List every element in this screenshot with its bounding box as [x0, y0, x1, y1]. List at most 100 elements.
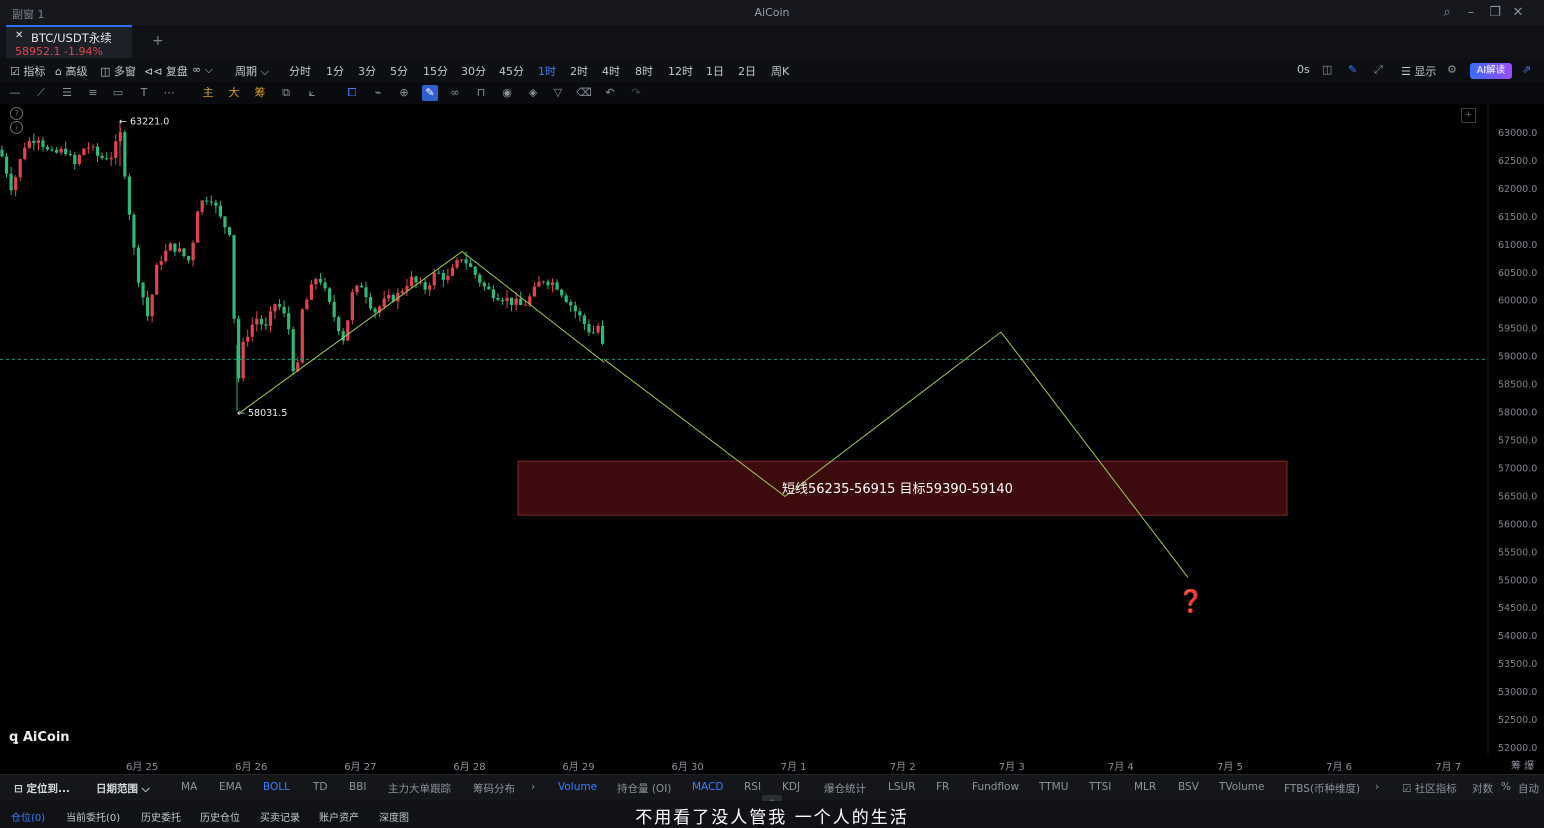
compare-icon[interactable]: ⧉ — [278, 85, 294, 101]
chart-expand-icon[interactable]: + — [1461, 108, 1476, 123]
gear-icon[interactable]: ⚙ — [1447, 63, 1457, 76]
parallel-channel-icon[interactable]: ☰ — [59, 85, 75, 101]
eye-icon[interactable]: ◉ — [499, 85, 515, 101]
indicator-button-19[interactable]: TTMU — [1039, 781, 1068, 793]
chart-collapse-icon[interactable]: › — [10, 121, 23, 134]
indicator-button-17[interactable]: FR — [936, 781, 949, 793]
indicator-button-10[interactable]: Volume — [558, 781, 597, 793]
period-button-3[interactable]: ⊲⊲ 复盘 — [144, 63, 188, 79]
period-button-10[interactable]: 15分 — [423, 63, 448, 79]
candle-body — [109, 157, 113, 160]
close-icon[interactable]: ✕ — [1509, 4, 1527, 22]
horizontal-line-icon[interactable]: — — [7, 85, 23, 101]
period-button-7[interactable]: 1分 — [326, 63, 344, 79]
candle-body — [337, 317, 341, 332]
indicator-button-5[interactable]: TD — [313, 781, 328, 793]
indicator-button-11[interactable]: 持仓量 (OI) — [617, 781, 671, 796]
indicator-button-1[interactable]: 日期范围 ⌵ — [96, 781, 150, 796]
symbol-tab[interactable]: ✕ BTC/USDT永续 58952.1 -1.94% — [6, 25, 132, 58]
search-icon[interactable]: ⌕ — [1438, 4, 1456, 22]
indicator-button-8[interactable]: 筹码分布 — [473, 781, 515, 796]
period-button-9[interactable]: 5分 — [390, 63, 408, 79]
redo-icon[interactable]: ↷ — [628, 85, 644, 101]
restore-icon[interactable]: ❐ — [1486, 4, 1504, 22]
indicator-button-13[interactable]: RSI — [744, 781, 761, 793]
indicator-button-23[interactable]: TVolume — [1219, 781, 1264, 793]
period-button-17[interactable]: 12时 — [668, 63, 693, 79]
undo-icon[interactable]: ↶ — [602, 85, 618, 101]
period-button-8[interactable]: 3分 — [358, 63, 376, 79]
chip-icon[interactable]: 筹 — [252, 85, 268, 101]
brush-icon[interactable]: ✎ — [422, 85, 438, 101]
ruler-icon[interactable]: ⌁ — [370, 85, 386, 101]
candle-body — [132, 214, 136, 248]
indicator-button-24[interactable]: FTBS(币种维度) — [1284, 781, 1360, 796]
period-button-0[interactable]: ☑ 指标 — [10, 63, 45, 79]
period-button-19[interactable]: 2日 — [738, 63, 756, 79]
text-tool-icon[interactable]: T — [136, 85, 152, 101]
indicator-button-6[interactable]: BBI — [349, 781, 367, 793]
candle-body — [555, 282, 559, 290]
lock-icon[interactable]: ⊓ — [473, 85, 489, 101]
pen-icon[interactable]: ✎ — [1348, 63, 1357, 76]
layers-icon[interactable]: ◈ — [525, 85, 541, 101]
indicator-button-3[interactable]: EMA — [219, 781, 242, 793]
rectangle-tool-icon[interactable]: ▭ — [110, 85, 126, 101]
indicator-button-20[interactable]: TTSI — [1089, 781, 1111, 793]
indicator-button-9[interactable]: › — [531, 781, 535, 793]
period-button-15[interactable]: 4时 — [602, 63, 620, 79]
period-button-14[interactable]: 2时 — [570, 63, 588, 79]
indicator-button-15[interactable]: 爆仓统计 — [824, 781, 866, 796]
trash-icon[interactable]: ⌫ — [576, 85, 592, 101]
minimize-icon[interactable]: – — [1462, 4, 1480, 22]
indicator-button-25[interactable]: › — [1375, 781, 1379, 793]
fullscreen-icon[interactable]: ⤢ — [1374, 63, 1383, 77]
indicator-button-4[interactable]: BOLL — [263, 781, 290, 793]
period-button-18[interactable]: 1日 — [706, 63, 724, 79]
indicator-button-28[interactable]: % — [1501, 781, 1511, 793]
period-button-2[interactable]: ◫ 多窗 — [100, 63, 136, 79]
period-button-1[interactable]: ⌂ 高级 — [55, 63, 87, 79]
candle-body — [532, 286, 536, 297]
indicator-button-26[interactable]: ☑ 社区指标 — [1402, 781, 1457, 796]
big-order-icon[interactable]: 大 — [226, 85, 242, 101]
fib-icon[interactable]: ≡ — [85, 85, 101, 101]
filter-icon[interactable]: ▽ — [550, 85, 566, 101]
add-tab-button[interactable]: + — [152, 33, 164, 49]
indicator-button-7[interactable]: 主力大单跟踪 — [388, 781, 451, 796]
period-button-4[interactable]: ∞ ⌵ — [192, 63, 213, 77]
period-button-6[interactable]: 分时 — [289, 63, 311, 79]
more-tools-icon[interactable]: ⋯ — [161, 85, 177, 101]
display-button[interactable]: ☰ 显示 — [1401, 63, 1436, 79]
candle-body — [4, 156, 9, 174]
period-button-11[interactable]: 30分 — [461, 63, 486, 79]
indicator-button-16[interactable]: LSUR — [888, 781, 916, 793]
measure-icon[interactable]: ⟀ — [304, 85, 320, 101]
camera-icon[interactable]: ◫ — [1322, 63, 1332, 76]
share-icon[interactable]: ⇗ — [1522, 63, 1531, 76]
indicator-button-29[interactable]: 自动 — [1518, 781, 1539, 796]
period-button-13[interactable]: 1时 — [538, 63, 556, 79]
indicator-button-14[interactable]: KDJ — [782, 781, 800, 793]
period-button-20[interactable]: 周K — [771, 63, 789, 79]
crosshair-icon[interactable]: ⧠ — [344, 85, 360, 101]
zoom-in-icon[interactable]: ⊕ — [396, 85, 412, 101]
period-button-12[interactable]: 45分 — [499, 63, 524, 79]
indicator-button-2[interactable]: MA — [181, 781, 197, 793]
main-force-icon[interactable]: 主 — [200, 85, 216, 101]
trend-line-icon[interactable]: ⟋ — [33, 85, 49, 101]
indicator-button-27[interactable]: 对数 — [1472, 781, 1493, 796]
chart-help-icon[interactable]: ? — [10, 107, 23, 120]
indicator-button-21[interactable]: MLR — [1134, 781, 1156, 793]
period-button-16[interactable]: 8时 — [635, 63, 653, 79]
indicator-button-12[interactable]: MACD — [692, 781, 723, 793]
magnet-icon[interactable]: ∞ — [447, 85, 463, 101]
indicator-button-22[interactable]: BSV — [1178, 781, 1199, 793]
indicator-button-18[interactable]: Fundflow — [972, 781, 1019, 793]
ai-interpret-button[interactable]: AI解读 — [1470, 63, 1512, 79]
period-button-5[interactable]: 周期 ⌵ — [235, 63, 269, 79]
indicator-button-0[interactable]: ⊟ 定位到... — [14, 781, 70, 796]
close-tab-icon[interactable]: ✕ — [15, 30, 23, 41]
date-tick: 6月 25 — [126, 762, 159, 773]
candlestick-chart[interactable]: ← 63221.0← 58031.558952.106:34短线56235-56… — [0, 104, 1544, 754]
